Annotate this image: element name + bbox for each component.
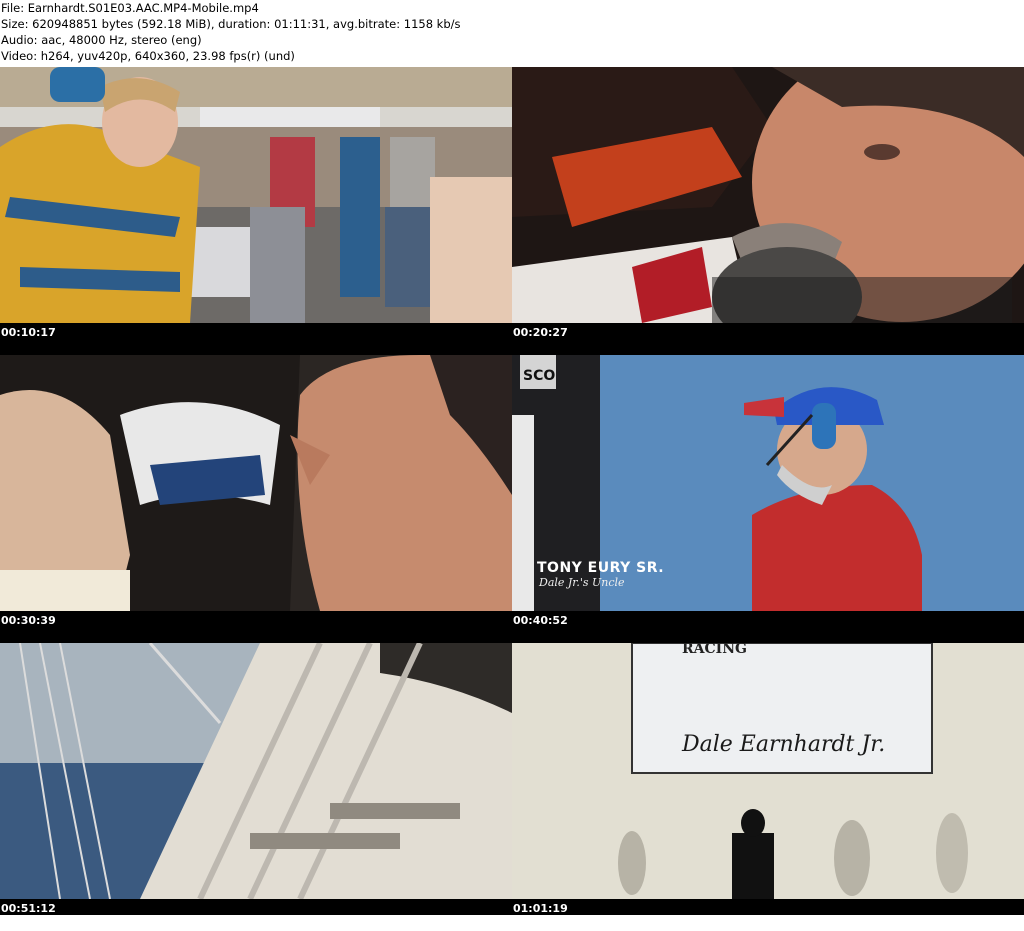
video-line: Video: h264, yuv420p, 640x360, 23.98 fps… <box>1 49 295 63</box>
lower-third-name: TONY EURY SR. <box>537 560 665 576</box>
thumbnail-image-1 <box>0 67 512 323</box>
thumbnail-image-5 <box>0 643 512 899</box>
timestamp-label: 00:51:12 <box>1 902 56 915</box>
thumbnail-cell-5[interactable]: 00:51:12 <box>0 643 512 931</box>
timestamp-label: 00:20:27 <box>513 326 568 339</box>
banner-top-text: RACING <box>682 643 747 657</box>
thumbnail-image-2 <box>512 67 1024 323</box>
thumbnail-cell-3[interactable]: 00:30:39 <box>0 355 512 643</box>
thumbnail-image-6: RACING Dale Earnhardt Jr. <box>512 643 1024 899</box>
size-line: Size: 620948851 bytes (592.18 MiB), dura… <box>1 17 461 31</box>
timestamp-label: 00:10:17 <box>1 326 56 339</box>
timestamp-label: 00:30:39 <box>1 614 56 627</box>
thumbnail-image-3 <box>0 355 512 611</box>
thumbnail-cell-4[interactable]: SCO TONY EURY SR. Dale Jr.'s Uncle 00:40… <box>512 355 1024 643</box>
thumbnail-grid: 00:10:17 00:20:27 00:30:39 SCO TONY EURY… <box>0 67 1024 915</box>
audio-line: Audio: aac, 48000 Hz, stereo (eng) <box>1 33 202 47</box>
timestamp-label: 01:01:19 <box>513 902 568 915</box>
timestamp-label: 00:40:52 <box>513 614 568 627</box>
sign-text: SCO <box>523 368 555 384</box>
thumbnail-cell-1[interactable]: 00:10:17 <box>0 67 512 355</box>
file-info-header: File: Earnhardt.S01E03.AAC.MP4-Mobile.mp… <box>0 0 1024 67</box>
thumbnail-cell-6[interactable]: RACING Dale Earnhardt Jr. 01:01:19 <box>512 643 1024 931</box>
file-name-line: File: Earnhardt.S01E03.AAC.MP4-Mobile.mp… <box>1 1 259 15</box>
lower-third-subtitle: Dale Jr.'s Uncle <box>539 576 625 589</box>
thumbnail-cell-2[interactable]: 00:20:27 <box>512 67 1024 355</box>
banner-signature: Dale Earnhardt Jr. <box>681 732 885 757</box>
